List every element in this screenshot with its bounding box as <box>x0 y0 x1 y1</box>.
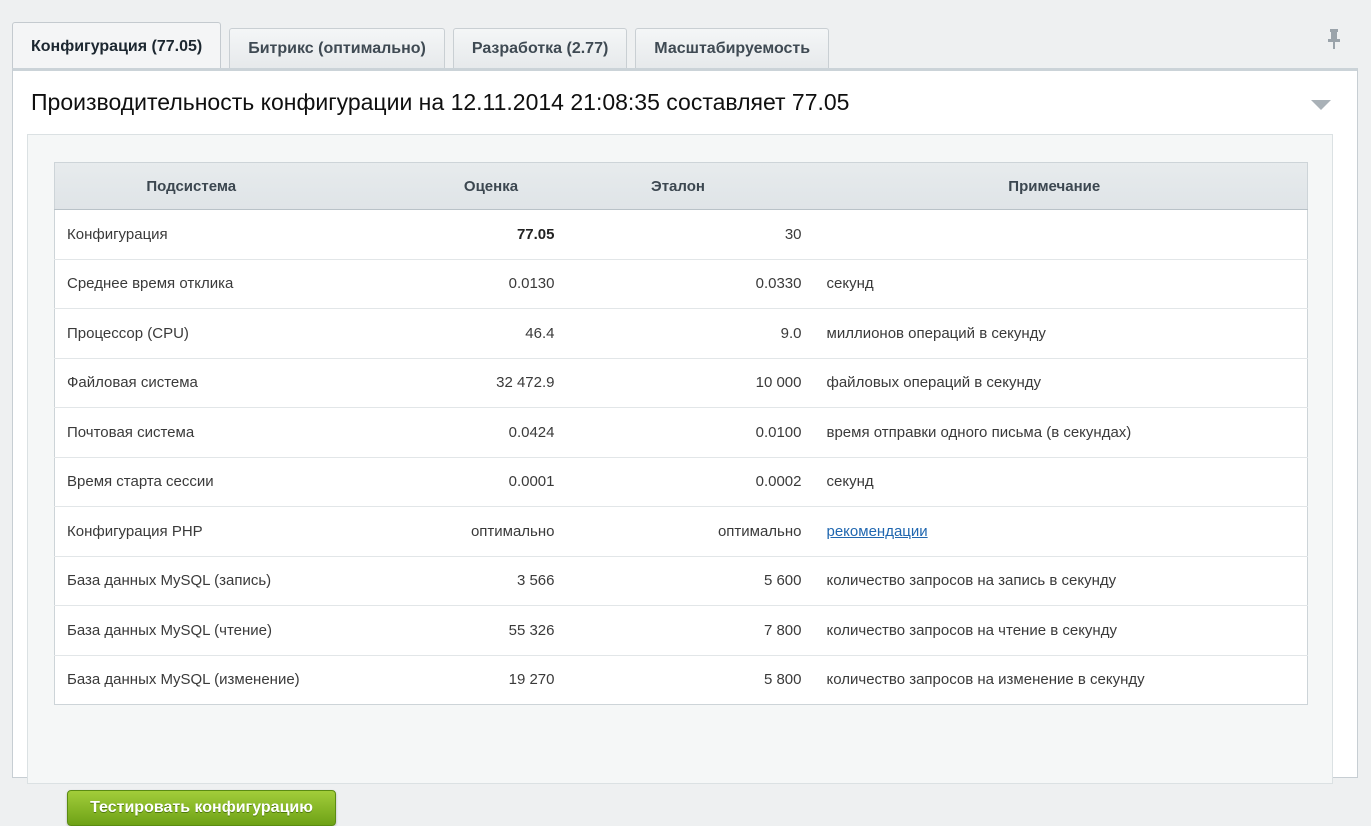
cell-note: секунд <box>801 456 1308 507</box>
cell-score: 77.05 <box>327 209 555 259</box>
triangle-down-icon[interactable] <box>1311 99 1331 111</box>
table-row: Файловая система 32 472.9 10 000 файловы… <box>54 357 1308 408</box>
cell-subsystem: Файловая система <box>54 357 328 408</box>
cell-score: 0.0424 <box>327 407 555 457</box>
cell-score: 0.0001 <box>327 456 555 507</box>
cell-reference: 10 000 <box>554 357 802 408</box>
cell-subsystem: База данных MySQL (изменение) <box>54 654 328 705</box>
cell-reference: 0.0330 <box>554 258 802 309</box>
cell-score: 55 326 <box>327 605 555 655</box>
tab-scalability[interactable]: Масштабируемость <box>635 28 830 69</box>
cell-subsystem: Процессор (CPU) <box>54 308 328 358</box>
table-row: Среднее время отклика 0.0130 0.0330 секу… <box>54 258 1308 309</box>
column-header-score: Оценка <box>327 162 555 210</box>
table-row: Процессор (CPU) 46.4 9.0 миллионов опера… <box>54 308 1308 358</box>
cell-subsystem: Среднее время отклика <box>54 258 328 309</box>
cell-score: 19 270 <box>327 654 555 705</box>
cell-reference: 0.0002 <box>554 456 802 507</box>
table-row: Почтовая система 0.0424 0.0100 время отп… <box>54 407 1308 457</box>
cell-reference: 5 600 <box>554 555 802 606</box>
cell-subsystem: База данных MySQL (запись) <box>54 555 328 606</box>
performance-panel: Производительность конфигурации на 12.11… <box>12 68 1358 826</box>
tab-bitrix[interactable]: Битрикс (оптимально) <box>229 28 445 69</box>
cell-subsystem: База данных MySQL (чтение) <box>54 605 328 655</box>
cell-note: время отправки одного письма (в секундах… <box>801 407 1308 457</box>
cell-note: секунд <box>801 258 1308 309</box>
cell-reference: 9.0 <box>554 308 802 358</box>
cell-subsystem: Почтовая система <box>54 407 328 457</box>
cell-subsystem: Конфигурация PHP <box>54 506 328 556</box>
cell-reference: оптимально <box>554 506 802 556</box>
tab-bar: Конфигурация (77.05) Битрикс (оптимально… <box>12 13 830 70</box>
cell-score: оптимально <box>327 506 555 556</box>
pin-icon[interactable] <box>1326 28 1342 50</box>
table-row: База данных MySQL (чтение) 55 326 7 800 … <box>54 605 1308 655</box>
results-container: Подсистема Оценка Эталон Примечание Конф… <box>27 134 1333 826</box>
cell-subsystem: Конфигурация <box>54 209 328 259</box>
performance-table: Подсистема Оценка Эталон Примечание Конф… <box>54 162 1308 705</box>
cell-note <box>801 209 1308 259</box>
cell-note: количество запросов на запись в секунду <box>801 555 1308 606</box>
table-row: Конфигурация PHP оптимально оптимально р… <box>54 506 1308 556</box>
tab-development[interactable]: Разработка (2.77) <box>452 28 628 69</box>
cell-score: 46.4 <box>327 308 555 358</box>
cell-score: 0.0130 <box>327 258 555 309</box>
cell-score: 32 472.9 <box>327 357 555 408</box>
page-title: Производительность конфигурации на 12.11… <box>31 89 850 115</box>
cell-note: миллионов операций в секунду <box>801 308 1308 358</box>
recommendations-link[interactable]: рекомендации <box>827 523 928 540</box>
cell-reference: 30 <box>554 209 802 259</box>
cell-note: количество запросов на изменение в секун… <box>801 654 1308 705</box>
table-header-row: Подсистема Оценка Эталон Примечание <box>54 162 1308 210</box>
cell-note: количество запросов на чтение в секунду <box>801 605 1308 655</box>
column-header-note: Примечание <box>801 162 1308 210</box>
cell-score: 3 566 <box>327 555 555 606</box>
table-row: Время старта сессии 0.0001 0.0002 секунд <box>54 456 1308 507</box>
cell-reference: 5 800 <box>554 654 802 705</box>
table-row: База данных MySQL (запись) 3 566 5 600 к… <box>54 555 1308 606</box>
cell-note: файловых операций в секунду <box>801 357 1308 408</box>
cell-note: рекомендации <box>801 506 1308 556</box>
column-header-subsystem: Подсистема <box>54 162 328 210</box>
cell-reference: 7 800 <box>554 605 802 655</box>
column-header-reference: Эталон <box>554 162 802 210</box>
cell-subsystem: Время старта сессии <box>54 456 328 507</box>
table-row: Конфигурация 77.05 30 <box>54 209 1308 259</box>
tab-configuration[interactable]: Конфигурация (77.05) <box>12 22 222 70</box>
cell-reference: 0.0100 <box>554 407 802 457</box>
test-configuration-button[interactable]: Тестировать конфигурацию <box>67 790 336 826</box>
table-row: База данных MySQL (изменение) 19 270 5 8… <box>54 654 1308 705</box>
